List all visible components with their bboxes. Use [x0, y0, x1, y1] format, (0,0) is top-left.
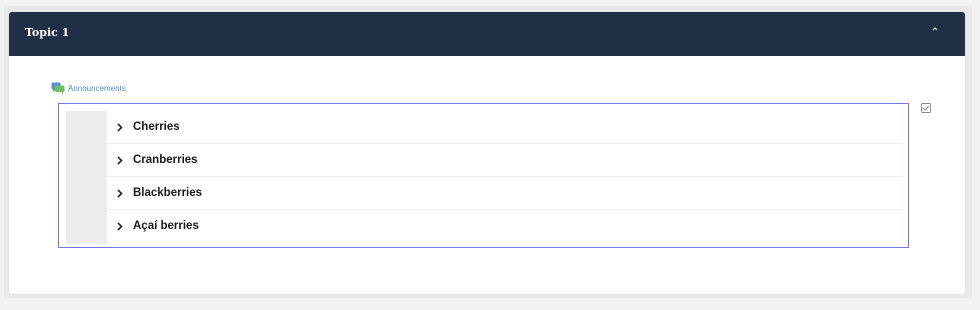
accordion-list: Cherries Cranberries Blackberries Açaí b… [107, 111, 903, 243]
topic-header[interactable]: Topic 1 [9, 12, 965, 56]
accordion-gutter [66, 111, 107, 244]
topic-title: Topic 1 [25, 26, 70, 39]
topic-card: Topic 1 Announcements Cherries Cranberri… [9, 12, 965, 294]
announcements-label: Announcements [68, 84, 126, 93]
accordion-item-cranberries[interactable]: Cranberries [107, 144, 903, 177]
accordion-item-cherries[interactable]: Cherries [107, 111, 903, 144]
forum-icon [51, 82, 65, 95]
chevron-right-icon [117, 156, 123, 165]
checkbox-checked-icon[interactable] [921, 103, 931, 113]
accordion-item-label: Açaí berries [133, 220, 199, 232]
accordion-item-label: Cranberries [133, 154, 198, 166]
chevron-right-icon [117, 222, 123, 231]
accordion: Cherries Cranberries Blackberries Açaí b… [58, 103, 909, 248]
chevron-right-icon [117, 123, 123, 132]
chevron-right-icon [117, 189, 123, 198]
accordion-item-label: Blackberries [133, 187, 203, 199]
chevron-up-icon[interactable] [930, 24, 940, 34]
announcements-link[interactable]: Announcements [51, 82, 126, 95]
accordion-item-acai-berries[interactable]: Açaí berries [107, 210, 903, 243]
accordion-item-label: Cherries [133, 121, 180, 133]
accordion-item-blackberries[interactable]: Blackberries [107, 177, 903, 210]
